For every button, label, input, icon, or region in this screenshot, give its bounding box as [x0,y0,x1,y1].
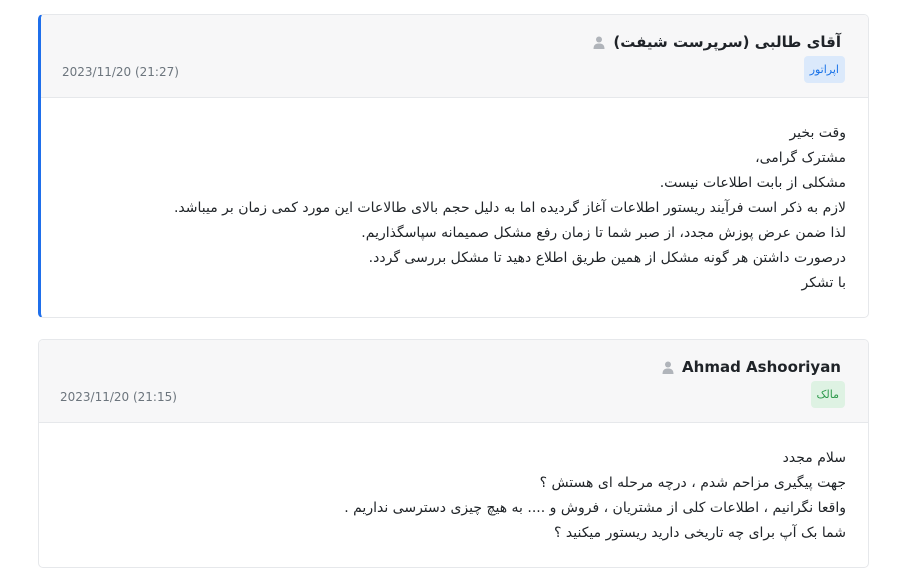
message-datetime: 2023/11/20 (21:27) [62,65,179,79]
message-line: وقت بخیر [789,125,846,141]
message-line: لازم به ذکر است فرآیند ریستور اطلاعات آغ… [173,200,846,216]
message-line: مشترک گرامی، [755,150,846,166]
author-name: آقای طالبی (سرپرست شیفت) [613,33,841,51]
message-line: واقعا نگرانیم ، اطلاعات کلی از مشتریان ،… [344,500,846,516]
person-icon [593,36,605,49]
role-badge: اپراتور [803,56,845,83]
message-card-operator: آقای طالبی (سرپرست شیفت) اپراتور 2023/11… [38,14,869,318]
message-line: سلام مجدد [782,450,846,466]
message-header: Ahmad Ashooriyan مالک 2023/11/20 (21:15) [39,340,868,423]
message-author: آقای طالبی (سرپرست شیفت) [593,33,841,51]
message-line: لذا ضمن عرض پوزش مجدد، از صبر شما تا زما… [361,225,846,241]
role-badge: مالک [810,381,845,408]
message-body: وقت بخیر مشترک گرامی، مشکلی از بابت اطلا… [174,121,846,296]
author-name: Ahmad Ashooriyan [682,358,841,376]
message-author: Ahmad Ashooriyan [662,358,841,376]
message-datetime: 2023/11/20 (21:15) [60,390,177,404]
message-line: با تشکر [801,275,846,291]
message-body: سلام مجدد جهت پیگیری مزاحم شدم ، درچه مر… [344,446,846,546]
message-card-owner: Ahmad Ashooriyan مالک 2023/11/20 (21:15)… [38,339,869,568]
message-header: آقای طالبی (سرپرست شیفت) اپراتور 2023/11… [41,15,868,98]
person-icon [662,361,674,374]
message-line: شما بک آپ برای چه تاریخی دارید ریستور می… [554,525,846,541]
message-line: مشکلی از بابت اطلاعات نیست. [659,175,846,191]
message-line: جهت پیگیری مزاحم شدم ، درچه مرحله ای هست… [539,475,846,491]
message-line: درصورت داشتن هر گونه مشکل از همین طریق ا… [368,250,846,266]
